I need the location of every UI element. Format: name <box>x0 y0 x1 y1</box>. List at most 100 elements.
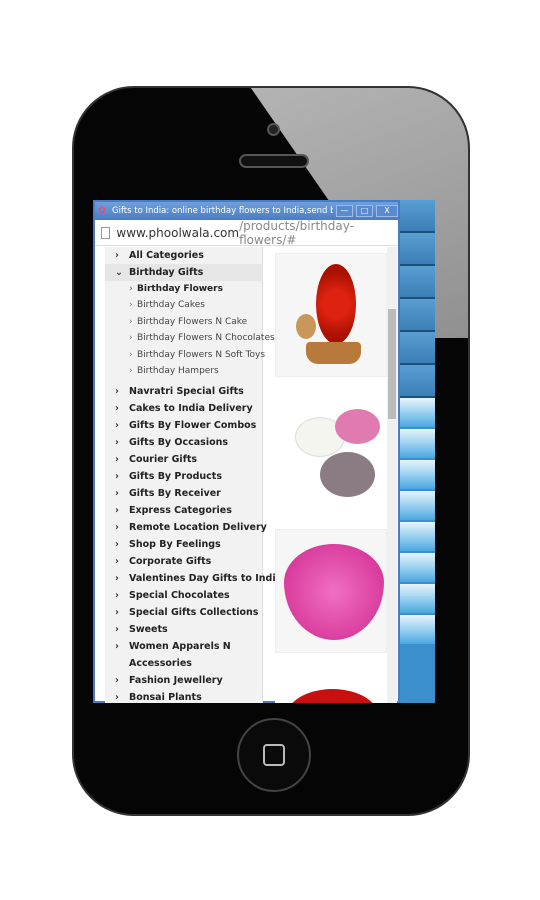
url-host: www.phoolwala.com <box>116 225 240 240</box>
red-roses-shape <box>285 689 380 703</box>
title-bar: ✿ Gifts to India: online birthday flower… <box>95 202 398 220</box>
chevron-down-icon: ⌄ <box>115 267 123 278</box>
menu-label: Sweets <box>129 624 168 636</box>
menu-item[interactable]: › Valentines Day Gifts to India <box>105 570 282 587</box>
submenu-label: Birthday Hampers <box>137 365 219 376</box>
wrapping-shape <box>320 452 375 497</box>
side-tab[interactable] <box>400 584 435 615</box>
side-tab[interactable] <box>400 365 435 398</box>
menu-label: Courier Gifts <box>129 454 198 466</box>
menu-label: All Categories <box>129 250 204 261</box>
side-tab[interactable] <box>400 491 435 522</box>
menu-item[interactable]: › Corporate Gifts <box>105 553 262 570</box>
submenu-label: Birthday Flowers N Cake <box>137 316 248 327</box>
menu-label: Accessories <box>129 658 192 670</box>
submenu-item[interactable]: › Birthday Flowers N Cake <box>105 314 262 330</box>
chevron-right-icon: › <box>129 284 133 294</box>
menu-item[interactable]: › Sweets <box>105 621 262 638</box>
pink-lily-shape <box>335 409 380 444</box>
menu-item[interactable]: › Navratri Special Gifts <box>105 383 262 400</box>
speaker-grille <box>239 154 309 168</box>
menu-item[interactable]: Accessories <box>105 655 262 672</box>
side-tab[interactable] <box>400 553 435 584</box>
menu-item[interactable]: › Bonsai Plants <box>105 689 262 703</box>
chevron-right-icon: › <box>129 349 133 360</box>
menu-item[interactable]: › Gifts By Products <box>105 468 262 485</box>
side-tab[interactable] <box>400 398 435 429</box>
menu-item[interactable]: › Gifts By Receiver <box>105 485 262 502</box>
menu-item[interactable]: › Shop By Feelings <box>105 536 262 553</box>
chevron-right-icon: › <box>115 488 119 500</box>
url-path: /products/birthday-flowers/# <box>239 218 354 247</box>
submenu-item[interactable]: › Birthday Flowers <box>105 281 262 297</box>
side-tab[interactable] <box>400 266 435 299</box>
browser-window: ✿ Gifts to India: online birthday flower… <box>93 200 400 703</box>
menu-item[interactable]: › Women Apparels N <box>105 638 262 655</box>
submenu-item[interactable]: › Birthday Flowers N Chocolates <box>105 330 275 346</box>
minimize-button[interactable]: — <box>336 205 353 217</box>
menu-item[interactable]: › Gifts By Occasions <box>105 434 262 451</box>
menu-item-birthday-gifts[interactable]: ⌄ Birthday Gifts <box>105 264 262 281</box>
menu-label: Remote Location Delivery <box>129 522 267 534</box>
menu-label: Corporate Gifts <box>129 556 212 568</box>
address-bar[interactable]: www.phoolwala.com/products/birthday-flow… <box>95 218 398 247</box>
scrollbar-thumb[interactable] <box>388 309 396 419</box>
menu-item-all-categories[interactable]: › All Categories <box>105 247 262 264</box>
side-tab[interactable] <box>400 332 435 365</box>
menu-item[interactable]: › Special Chocolates <box>105 587 262 604</box>
chevron-right-icon: › <box>115 454 119 466</box>
chevron-right-icon: › <box>129 316 133 327</box>
side-tab[interactable] <box>400 429 435 460</box>
chevron-right-icon: › <box>115 420 119 432</box>
menu-label: Valentines Day Gifts to India <box>129 573 283 585</box>
submenu-item[interactable]: › Birthday Hampers <box>105 363 262 379</box>
menu-item[interactable]: › Fashion Jewellery <box>105 672 262 689</box>
menu-item[interactable]: › Cakes to India Delivery <box>105 400 262 417</box>
submenu-label: Birthday Flowers <box>137 284 223 294</box>
submenu-label: Birthday Flowers N Chocolates <box>137 333 275 344</box>
scrollbar[interactable] <box>387 247 397 703</box>
chevron-right-icon: › <box>115 675 119 687</box>
chevron-right-icon: › <box>115 590 119 602</box>
menu-item[interactable]: › Express Categories <box>105 502 262 519</box>
product-image[interactable] <box>275 397 387 521</box>
red-roses-shape <box>316 264 356 344</box>
product-image[interactable] <box>275 667 387 703</box>
side-tab[interactable] <box>400 460 435 491</box>
side-tab[interactable] <box>400 615 435 646</box>
menu-item[interactable]: › Special Gifts Collections <box>105 604 262 621</box>
birthday-submenu: › Birthday Flowers › Birthday Cakes › Birthda… <box>105 281 275 379</box>
side-tab[interactable] <box>400 200 435 233</box>
product-image[interactable] <box>275 529 387 653</box>
chevron-right-icon: › <box>115 437 119 449</box>
menu-label: Shop By Feelings <box>129 539 221 551</box>
product-image[interactable] <box>275 253 387 377</box>
pink-heart-shape <box>284 544 384 640</box>
submenu-item[interactable]: › Birthday Cakes <box>105 297 262 313</box>
menu-label: Gifts By Products <box>129 471 222 483</box>
submenu-item[interactable]: › Birthday Flowers N Soft Toys <box>105 347 265 363</box>
maximize-button[interactable]: □ <box>356 205 373 217</box>
side-tab[interactable] <box>400 522 435 553</box>
chevron-right-icon: › <box>115 692 119 703</box>
submenu-label: Birthday Cakes <box>137 300 205 311</box>
side-tab[interactable] <box>400 299 435 332</box>
flower-favicon-icon: ✿ <box>98 205 107 216</box>
menu-label: Gifts By Flower Combos <box>129 420 257 432</box>
menu-label: Cakes to India Delivery <box>129 403 253 415</box>
home-button[interactable] <box>237 718 311 792</box>
basket-shape <box>306 342 361 364</box>
menu-item[interactable]: › Courier Gifts <box>105 451 262 468</box>
chevron-right-icon: › <box>115 539 119 551</box>
chevron-right-icon: › <box>115 471 119 483</box>
side-tab[interactable] <box>400 233 435 266</box>
menu-label: Fashion Jewellery <box>129 675 223 687</box>
window-title: Gifts to India: online birthday flowers … <box>112 206 333 216</box>
close-button[interactable]: X <box>376 205 398 217</box>
teddy-shape <box>296 314 316 339</box>
camera-icon <box>267 123 280 136</box>
menu-item[interactable]: › Gifts By Flower Combos <box>105 417 262 434</box>
chevron-right-icon: › <box>115 522 119 534</box>
menu-item[interactable]: › Remote Location Delivery <box>105 519 267 536</box>
menu-label: Gifts By Occasions <box>129 437 229 449</box>
